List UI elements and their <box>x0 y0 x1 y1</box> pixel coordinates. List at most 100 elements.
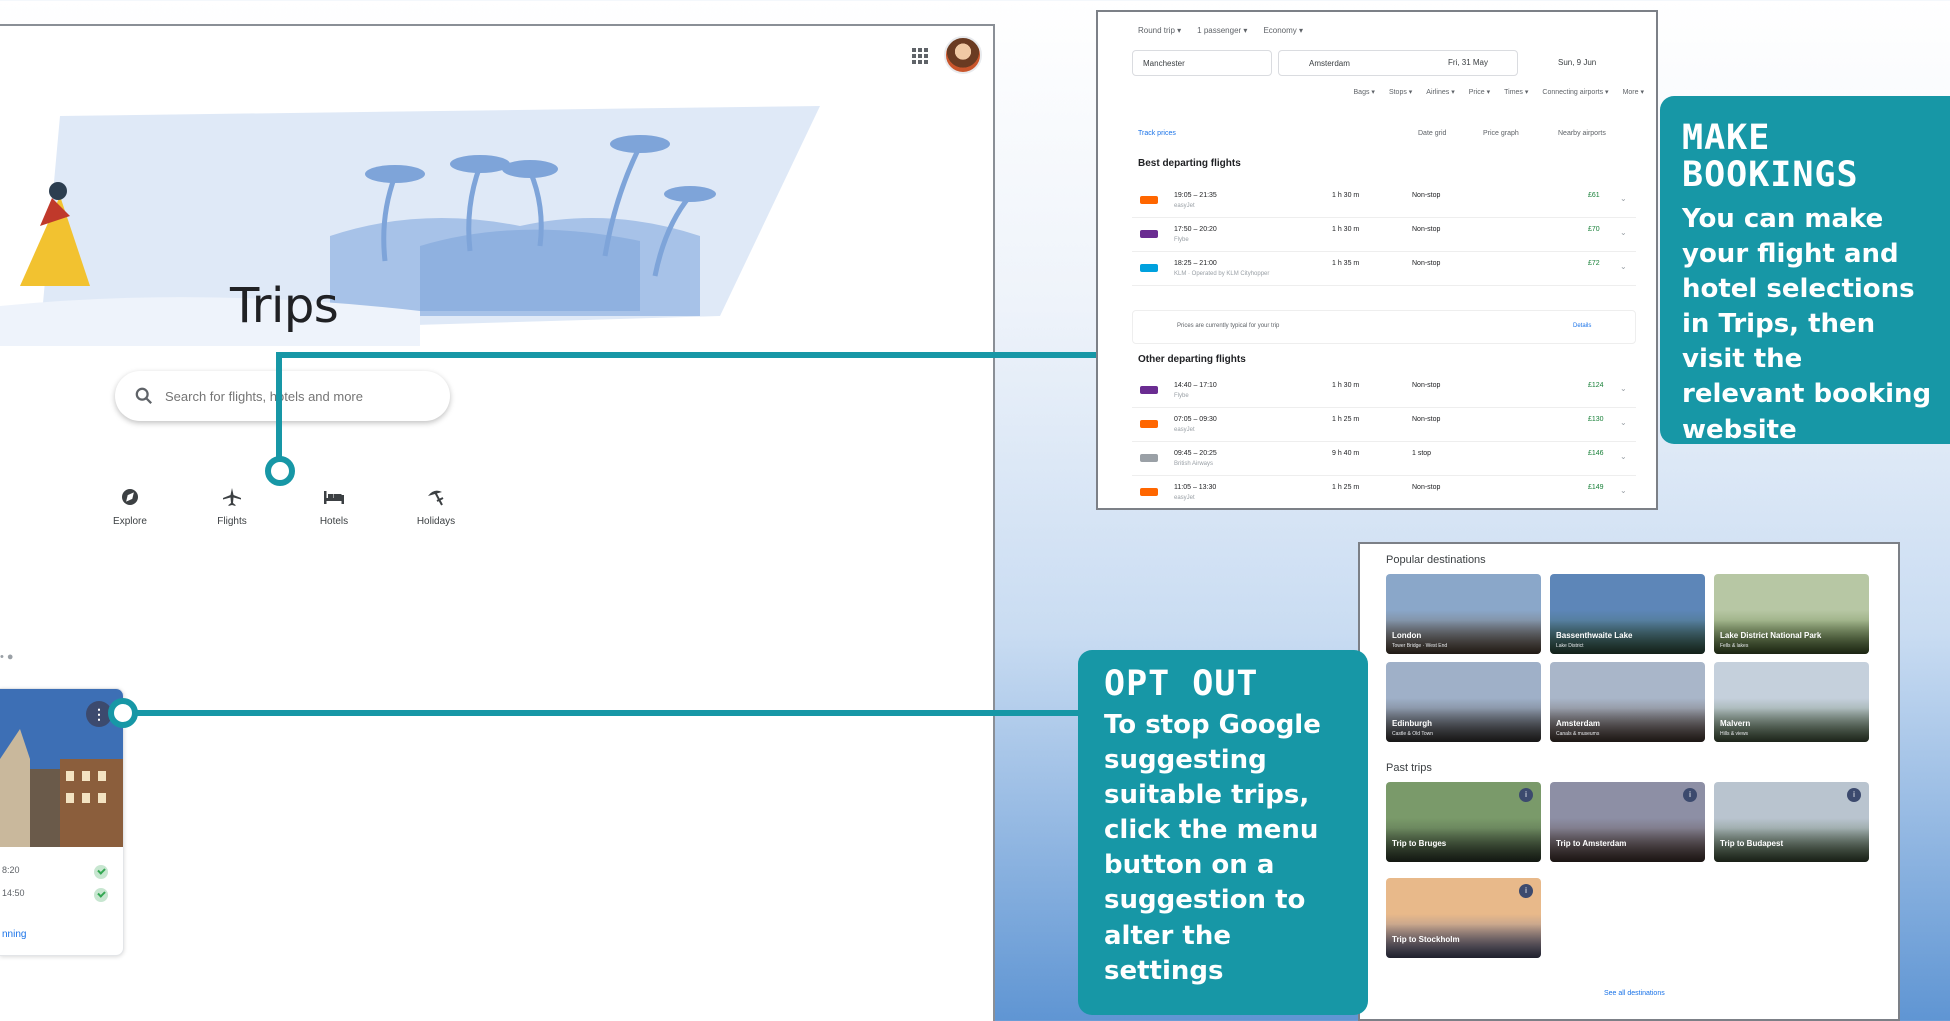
callout-body: You can make your flight and hotel selec… <box>1682 204 1932 445</box>
flight-row[interactable]: 18:25 – 21:00 KLM · Operated by KLM Cityh… <box>1132 252 1636 286</box>
past-trips-heading: Past trips <box>1386 762 1432 774</box>
category-explore[interactable]: Explore <box>90 484 170 527</box>
carousel-dots: • ● <box>0 651 14 663</box>
depart-date-field[interactable]: Fri, 31 May <box>1438 50 1548 76</box>
filter-chip[interactable]: Price ▾ <box>1469 88 1490 96</box>
card-time: 14:50 <box>2 888 25 898</box>
category-holidays[interactable]: Holidays <box>396 484 476 527</box>
filter-chip[interactable]: Times ▾ <box>1504 88 1528 96</box>
airline-logo-icon <box>1140 264 1158 272</box>
tile-menu-icon[interactable]: i <box>1683 788 1697 802</box>
flight-row[interactable]: 14:40 – 17:10 Flybe 1 h 30 m Non-stop £124… <box>1132 374 1636 408</box>
flight-row[interactable]: 07:05 – 09:30 easyJet 1 h 25 m Non-stop £1… <box>1132 408 1636 442</box>
filter-bar: Bags ▾ Stops ▾ Airlines ▾ Price ▾ Times … <box>1264 88 1644 96</box>
destination-tile[interactable]: London Tower Bridge · West End <box>1386 574 1541 654</box>
origin-field[interactable]: Manchester <box>1132 50 1272 76</box>
callout-body: To stop Google suggesting suitable trips… <box>1104 710 1321 986</box>
account-avatar[interactable] <box>944 36 982 74</box>
destination-tile[interactable]: Bassenthwaite Lake Lake District <box>1550 574 1705 654</box>
tile-name: Trip to Budapest <box>1720 839 1784 848</box>
airline-logo-icon <box>1140 488 1158 496</box>
category-label: Hotels <box>319 516 349 527</box>
tile-name: Trip to Stockholm <box>1392 935 1460 944</box>
destination-tile[interactable]: Trip to Amsterdam i <box>1550 782 1705 862</box>
trip-options: Round trip ▾ 1 passenger ▾ Economy ▾ <box>1138 26 1303 35</box>
search-icon <box>135 387 152 404</box>
airline-logo-icon <box>1140 196 1158 204</box>
see-all-link[interactable]: See all destinations <box>1604 990 1665 997</box>
compass-icon <box>122 489 138 505</box>
tile-desc: Castle & Old Town <box>1392 731 1434 737</box>
other-flights-heading: Other departing flights <box>1138 354 1246 365</box>
suggested-trip-card[interactable]: ⋮ 8:20 14:50 nning <box>0 688 124 956</box>
category-label: Flights <box>217 516 247 527</box>
destination-tile[interactable]: Trip to Bruges i <box>1386 782 1541 862</box>
connector-line-bookings <box>276 352 1098 358</box>
filter-chip[interactable]: Stops ▾ <box>1389 88 1412 96</box>
trips-page-window: Trips Explore Flights Hotels Holidays • … <box>0 24 995 1021</box>
card-time: 8:20 <box>2 865 20 875</box>
destination-tile[interactable]: Trip to Stockholm i <box>1386 878 1541 958</box>
filter-chip[interactable]: Bags ▾ <box>1354 88 1375 96</box>
filter-chip[interactable]: Airlines ▾ <box>1426 88 1454 96</box>
bed-icon <box>324 491 344 504</box>
tile-name: London <box>1392 631 1422 640</box>
search-input[interactable] <box>165 388 405 404</box>
destination-tile[interactable]: Edinburgh Castle & Old Town <box>1386 662 1541 742</box>
connector-ring-optout <box>108 698 138 728</box>
trips-search-box[interactable] <box>115 371 450 421</box>
trip-type-dropdown[interactable]: Round trip ▾ <box>1138 26 1181 35</box>
category-label: Holidays <box>416 516 456 527</box>
card-planning-link[interactable]: nning <box>2 929 26 940</box>
filter-chip[interactable]: More ▾ <box>1623 88 1644 96</box>
details-link[interactable]: Details <box>1573 323 1591 329</box>
connector-line-optout <box>122 710 1080 716</box>
tile-menu-icon[interactable]: i <box>1519 788 1533 802</box>
passenger-dropdown[interactable]: 1 passenger ▾ <box>1197 26 1247 35</box>
airline-logo-icon <box>1140 230 1158 238</box>
chevron-down-icon: ⌄ <box>1620 228 1627 237</box>
flight-results-screenshot: Round trip ▾ 1 passenger ▾ Economy ▾ Man… <box>1096 10 1658 510</box>
price-graph-button[interactable]: Price graph <box>1483 130 1519 137</box>
chevron-down-icon: ⌄ <box>1620 262 1627 271</box>
category-label: Explore <box>113 516 147 527</box>
tile-desc: Lake District <box>1556 643 1584 649</box>
chevron-down-icon: ⌄ <box>1620 452 1627 461</box>
tile-name: Malvern <box>1720 719 1751 728</box>
tile-name: Trip to Amsterdam <box>1556 839 1627 848</box>
chevron-down-icon: ⌄ <box>1620 194 1627 203</box>
flight-row[interactable]: 11:05 – 13:30 easyJet 1 h 25 m Non-stop £1… <box>1132 476 1636 508</box>
destinations-screenshot: Popular destinations London Tower Bridge … <box>1358 542 1900 1021</box>
filter-chip[interactable]: Connecting airports ▾ <box>1542 88 1608 96</box>
tile-menu-icon[interactable]: i <box>1847 788 1861 802</box>
airline-logo-icon <box>1140 420 1158 428</box>
flight-row[interactable]: 19:05 – 21:35 easyJet 1 h 30 m Non-stop £6… <box>1132 184 1636 218</box>
date-grid-button[interactable]: Date grid <box>1418 130 1446 137</box>
return-date-field[interactable]: Sun, 9 Jun <box>1548 50 1648 76</box>
tile-menu-icon[interactable]: i <box>1519 884 1533 898</box>
class-dropdown[interactable]: Economy ▾ <box>1263 26 1303 35</box>
airline-logo-icon <box>1140 454 1158 462</box>
destination-tile[interactable]: Amsterdam Canals & museums <box>1550 662 1705 742</box>
destination-tile[interactable]: Malvern Hills & views <box>1714 662 1869 742</box>
connector-ring-bookings <box>265 456 295 486</box>
airline-logo-icon <box>1140 386 1158 394</box>
airplane-icon <box>223 488 241 506</box>
flight-row[interactable]: 17:50 – 20:20 Flybe 1 h 30 m Non-stop £70 ⌄ <box>1132 218 1636 252</box>
track-prices-toggle[interactable]: Track prices <box>1138 130 1176 137</box>
flight-row[interactable]: 09:45 – 20:25 British Airways 9 h 40 m1 s… <box>1132 442 1636 476</box>
tile-name: Amsterdam <box>1556 719 1601 728</box>
callout-title: OPT OUT <box>1104 664 1259 704</box>
page-title: Trips <box>230 278 339 334</box>
category-hotels[interactable]: Hotels <box>294 484 374 527</box>
destination-tile[interactable]: Trip to Budapest i <box>1714 782 1869 862</box>
destination-tile[interactable]: Lake District National Park Fells & lakes <box>1714 574 1869 654</box>
tile-name: Bassenthwaite Lake <box>1556 631 1633 640</box>
nearby-airports-button[interactable]: Nearby airports <box>1558 130 1606 137</box>
category-flights[interactable]: Flights <box>192 484 272 527</box>
popular-destinations-heading: Popular destinations <box>1386 554 1486 566</box>
check-icon <box>94 865 108 879</box>
beach-umbrella-icon <box>428 490 444 506</box>
tile-name: Edinburgh <box>1392 719 1432 728</box>
apps-grid-icon[interactable] <box>912 48 928 64</box>
